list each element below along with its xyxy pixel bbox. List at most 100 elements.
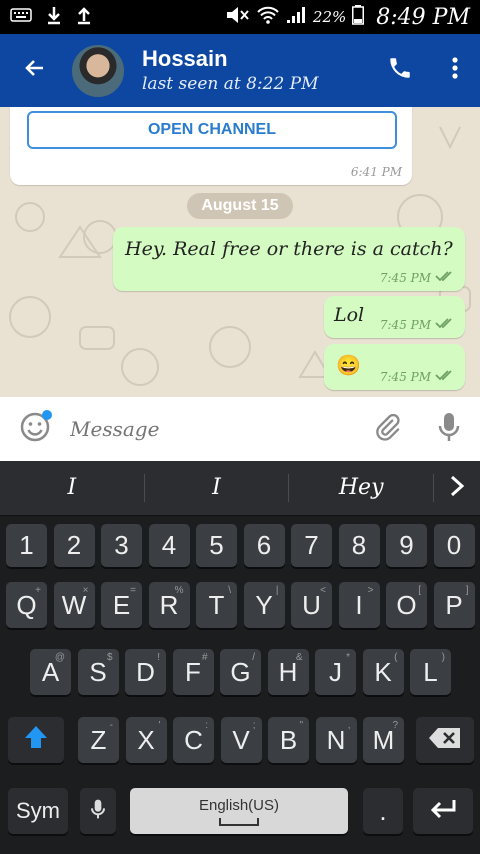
letter-key[interactable]: A @ [30,649,71,695]
outgoing-message[interactable]: Hey. Real free or there is a catch? 7:45… [113,227,465,291]
expand-suggestions-button[interactable] [434,461,480,516]
letter-key[interactable]: N, [315,717,357,763]
letter-key[interactable]: Z- [78,717,119,763]
key-secondary-label: < [320,585,326,596]
key-label: Y [255,589,273,620]
letter-key[interactable]: P] [433,582,475,628]
key-secondary-label: ! [157,652,160,663]
key-secondary-label: ] [465,585,469,596]
number-key[interactable]: 9 [386,524,427,567]
number-key[interactable]: 0 [433,524,475,567]
letter-key[interactable]: M? [363,717,404,763]
letter-key[interactable]: X ' [125,717,167,763]
key-secondary-label: ( [394,652,398,663]
sym-key[interactable]: Sym [8,788,68,834]
outgoing-message[interactable]: Lol 7:45 PM [324,296,465,338]
emoji-button[interactable] [0,397,70,461]
attach-button[interactable] [356,397,418,461]
period-key[interactable]: . [363,788,403,834]
letter-key[interactable]: D! [125,649,166,695]
key-label: L [423,656,438,687]
language-label: English(US) [198,796,280,814]
letter-key[interactable]: T \ [196,582,237,628]
incoming-message: OPEN CHANNEL 6:41 PM [10,107,412,185]
key-secondary-label: % [174,585,184,596]
battery-icon [352,4,365,30]
key-secondary-label: " [299,720,303,731]
letter-key[interactable]: E = [101,582,142,628]
suggestion[interactable]: I [145,474,290,502]
letter-key[interactable]: V; [220,717,262,763]
double-check-icon [435,270,455,285]
number-key[interactable]: 6 [243,524,285,567]
key-label: K [374,656,392,687]
voice-input-key[interactable] [80,788,116,834]
key-secondary-label: + [35,585,41,596]
letter-key[interactable]: Q + [6,582,47,628]
key-secondary-label: ) [441,652,445,663]
outgoing-message[interactable]: 😄 7:45 PM [324,344,465,390]
voice-record-button[interactable] [418,397,480,461]
letter-key[interactable]: B " [268,717,309,763]
number-key[interactable]: 1 [6,524,47,567]
letter-key[interactable]: H & [267,649,309,695]
message-meta: 7:45 PM [380,270,455,285]
message-meta: 7:45 PM [380,369,455,384]
letter-key[interactable]: U < [291,582,332,628]
enter-key[interactable] [413,788,473,834]
letter-key[interactable]: I > [338,582,380,628]
call-button[interactable] [370,34,430,107]
backspace-icon [428,725,462,756]
contact-info[interactable]: Hossain last seen at 8:22 PM [142,46,370,96]
key-label: I [355,589,363,620]
letter-key[interactable]: J * [315,649,356,695]
key-secondary-label: $ [106,652,113,663]
avatar[interactable] [70,42,126,99]
key-secondary-label: [ [418,585,421,596]
space-key[interactable]: English(US) [130,788,348,834]
key-secondary-label: : [205,720,208,731]
letter-key[interactable]: R% [148,582,190,628]
letter-key[interactable]: S $ [77,649,119,695]
overflow-menu-button[interactable] [430,34,480,107]
phone-icon [387,55,413,86]
letter-key[interactable]: K( [362,649,404,695]
letter-key[interactable]: G / [220,649,261,695]
key-label: P [445,589,463,620]
open-channel-button[interactable]: OPEN CHANNEL [27,111,397,149]
suggestion[interactable]: Hey [289,474,435,502]
number-key[interactable]: 3 [101,524,142,567]
letter-key[interactable]: Y | [243,582,285,628]
key-label: 2 [66,530,82,560]
number-key[interactable]: 2 [53,524,95,567]
letter-key[interactable]: O[ [386,582,427,628]
message-input[interactable] [70,409,356,449]
key-label: 9 [399,530,414,560]
key-label: 1 [19,530,34,560]
suggestion[interactable]: I [0,474,145,502]
key-label: S [89,656,107,687]
letter-key[interactable]: C: [173,717,214,763]
key-label: H [278,656,298,687]
download-icon [46,5,62,30]
number-key[interactable]: 5 [196,524,237,567]
shift-arrow-icon [23,724,49,757]
number-key[interactable]: 8 [338,524,380,567]
key-secondary-label: & [295,652,303,663]
shift-key[interactable] [8,717,64,763]
key-secondary-label: | [275,585,279,596]
backspace-key[interactable] [416,717,474,763]
key-secondary-label: # [201,652,208,663]
letter-key[interactable]: L) [410,649,451,695]
letter-key[interactable]: W × [53,582,95,628]
letter-key[interactable]: F # [172,649,214,695]
back-button[interactable] [0,34,70,107]
key-secondary-label: × [82,585,89,596]
key-label: 4 [161,530,177,560]
number-key[interactable]: 7 [291,524,332,567]
number-key[interactable]: 4 [148,524,190,567]
keyboard-icon [10,7,32,27]
key-secondary-label: * [346,652,350,663]
key-label: 8 [351,530,367,560]
message-list[interactable]: OPEN CHANNEL 6:41 PM August 15 Hey. Real… [0,107,480,397]
